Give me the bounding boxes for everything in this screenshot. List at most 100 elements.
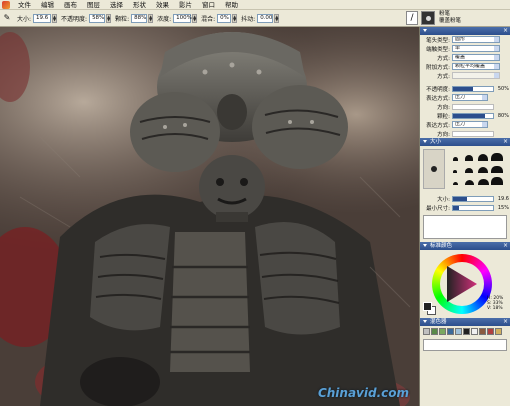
close-icon[interactable]: × bbox=[503, 318, 508, 326]
mixer-color-swatch[interactable] bbox=[495, 328, 502, 335]
dab-type-select[interactable]: 圆形 bbox=[452, 36, 500, 43]
bleed-field[interactable]: 0% bbox=[217, 13, 232, 23]
dab-shape-icon[interactable] bbox=[476, 149, 490, 161]
mixer-color-swatch[interactable] bbox=[447, 328, 454, 335]
brush-size-preview bbox=[423, 149, 445, 189]
mixer-color-swatch[interactable] bbox=[471, 328, 478, 335]
hsv-readout: H: 20% S: 33% V: 18% bbox=[487, 296, 503, 311]
dab-shape-icon[interactable] bbox=[462, 161, 476, 173]
brush-dot-icon bbox=[431, 166, 437, 172]
menu-canvas[interactable]: 画布 bbox=[59, 0, 82, 10]
dab-shape-icon[interactable] bbox=[476, 173, 490, 185]
close-icon[interactable]: × bbox=[503, 138, 508, 146]
mixer-color-swatch[interactable] bbox=[487, 328, 494, 335]
dab-shape-icon[interactable] bbox=[448, 149, 462, 161]
menu-window[interactable]: 窗口 bbox=[197, 0, 220, 10]
min-size-label: 最小尺寸: bbox=[426, 205, 450, 212]
close-icon[interactable]: × bbox=[503, 27, 508, 35]
brush-variant-name[interactable]: 覆盖粉笔 bbox=[439, 18, 461, 25]
property-bar: ✎ 大小: 19.6 ▲ ▼ 不透明度: 58% ▲ ▼ 颗粒: 88% ▲ ▼ 浓度… bbox=[0, 10, 402, 27]
opacity-spinner[interactable]: ▲ ▼ bbox=[106, 13, 112, 23]
opacity-expr-select[interactable]: 压力 bbox=[452, 94, 488, 101]
value-value: V: 18% bbox=[487, 306, 503, 311]
dab-shape-icon[interactable] bbox=[490, 149, 504, 161]
mixer-color-swatch[interactable] bbox=[439, 328, 446, 335]
opacity-expr-row: 表达方式: 压力 bbox=[420, 93, 510, 102]
grain-dir-label: 方向: bbox=[437, 131, 450, 138]
dab-grid bbox=[448, 149, 504, 191]
opacity-slider[interactable] bbox=[452, 85, 494, 92]
dab-shape-icon[interactable] bbox=[462, 149, 476, 161]
app-logo-icon bbox=[2, 0, 10, 9]
grain-expr-label: 表达方式: bbox=[426, 122, 450, 129]
size-panel-value: 19.6 bbox=[497, 195, 509, 202]
size-field[interactable]: 19.6 bbox=[33, 13, 52, 23]
menu-file[interactable]: 文件 bbox=[13, 0, 36, 10]
grain-field[interactable]: 88% bbox=[131, 13, 148, 23]
brush-tool-icon[interactable]: ✎ bbox=[2, 13, 12, 23]
grain-row: 颗粒: 80% bbox=[420, 111, 510, 120]
grain-expr-select[interactable]: 压力 bbox=[452, 121, 488, 128]
size-label: 大小: bbox=[17, 15, 32, 23]
color-panel-title[interactable]: 标准颜色 × bbox=[420, 242, 510, 250]
brush-selector: / 粉笔 覆盖粉笔 bbox=[402, 10, 510, 27]
size-slider[interactable] bbox=[452, 195, 494, 202]
painting-canvas[interactable]: Chinavid.com bbox=[0, 27, 419, 406]
resat-field[interactable]: 100% bbox=[173, 13, 192, 23]
grain-panel-label: 颗粒: bbox=[437, 113, 450, 120]
right-panel: × 笔头类型: 圆形 端触类型: 单 方式: 覆盖 附加方式: 颗粒平均覆盖 方… bbox=[419, 27, 510, 406]
mixer-panel-title[interactable]: 混色器 × bbox=[420, 318, 510, 326]
mixer-color-swatch[interactable] bbox=[431, 328, 438, 335]
size-spinner[interactable]: ▲ ▼ bbox=[52, 13, 58, 23]
size-panel-label: 大小: bbox=[437, 196, 450, 203]
brush-category-icon[interactable]: / bbox=[406, 11, 418, 25]
menu-shapes[interactable]: 形状 bbox=[128, 0, 151, 10]
grain-slider[interactable] bbox=[452, 112, 494, 119]
grain-spinner[interactable]: ▲ ▼ bbox=[148, 13, 154, 23]
subcategory-row: 附加方式: 颗粒平均覆盖 bbox=[420, 62, 510, 71]
foreground-color-swatch[interactable] bbox=[423, 302, 432, 311]
opacity-row: 不透明度: 50% bbox=[420, 84, 510, 93]
bleed-spinner[interactable]: ▲ ▼ bbox=[232, 13, 238, 23]
close-icon[interactable]: × bbox=[503, 242, 508, 250]
dab-shape-icon[interactable] bbox=[462, 173, 476, 185]
dab-type-row: 笔头类型: 圆形 bbox=[420, 35, 510, 44]
resat-spinner[interactable]: ▲ ▼ bbox=[192, 13, 198, 23]
mixer-color-swatch[interactable] bbox=[479, 328, 486, 335]
general-panel-title[interactable]: × bbox=[420, 27, 510, 35]
subcategory-select[interactable]: 颗粒平均覆盖 bbox=[452, 63, 500, 70]
stroke-type-select[interactable]: 单 bbox=[452, 45, 500, 52]
dab-shape-icon[interactable] bbox=[448, 161, 462, 173]
opacity-panel-label: 不透明度: bbox=[426, 86, 450, 93]
stroke-preview bbox=[423, 215, 507, 239]
min-size-slider[interactable] bbox=[452, 204, 494, 211]
grain-label: 颗粒: bbox=[115, 15, 130, 23]
mixer-color-swatch[interactable] bbox=[423, 328, 430, 335]
method-select[interactable]: 覆盖 bbox=[452, 54, 500, 61]
dab-shape-icon[interactable] bbox=[490, 173, 504, 185]
dab-shape-icon[interactable] bbox=[476, 161, 490, 173]
jitter-spinner[interactable]: ▲ ▼ bbox=[274, 13, 280, 23]
menu-movie[interactable]: 影片 bbox=[174, 0, 197, 10]
jitter-field[interactable]: 0.00 bbox=[257, 13, 274, 23]
method2-row: 方式: bbox=[420, 71, 510, 80]
stroke-type-label: 端触类型: bbox=[426, 46, 450, 53]
menu-edit[interactable]: 编辑 bbox=[36, 0, 59, 10]
menu-select[interactable]: 选择 bbox=[105, 0, 128, 10]
min-size-row: 最小尺寸: 15% bbox=[420, 203, 510, 212]
opacity-label: 不透明度: bbox=[61, 15, 88, 23]
menu-help[interactable]: 帮助 bbox=[220, 0, 243, 10]
mixer-pad[interactable] bbox=[423, 339, 507, 351]
brush-category-name[interactable]: 粉笔 bbox=[439, 11, 461, 18]
grain-dir-row: 方向: bbox=[420, 129, 510, 138]
menu-effects[interactable]: 效果 bbox=[151, 0, 174, 10]
size-panel-title[interactable]: 大小 × bbox=[420, 138, 510, 146]
opacity-field[interactable]: 58% bbox=[89, 13, 106, 23]
mixer-color-swatch[interactable] bbox=[455, 328, 462, 335]
stroke-type-row: 端触类型: 单 bbox=[420, 44, 510, 53]
menu-layers[interactable]: 图层 bbox=[82, 0, 105, 10]
mixer-color-swatch[interactable] bbox=[463, 328, 470, 335]
dab-shape-icon[interactable] bbox=[448, 173, 462, 185]
dab-shape-icon[interactable] bbox=[490, 161, 504, 173]
brush-variant-icon[interactable] bbox=[421, 11, 435, 25]
